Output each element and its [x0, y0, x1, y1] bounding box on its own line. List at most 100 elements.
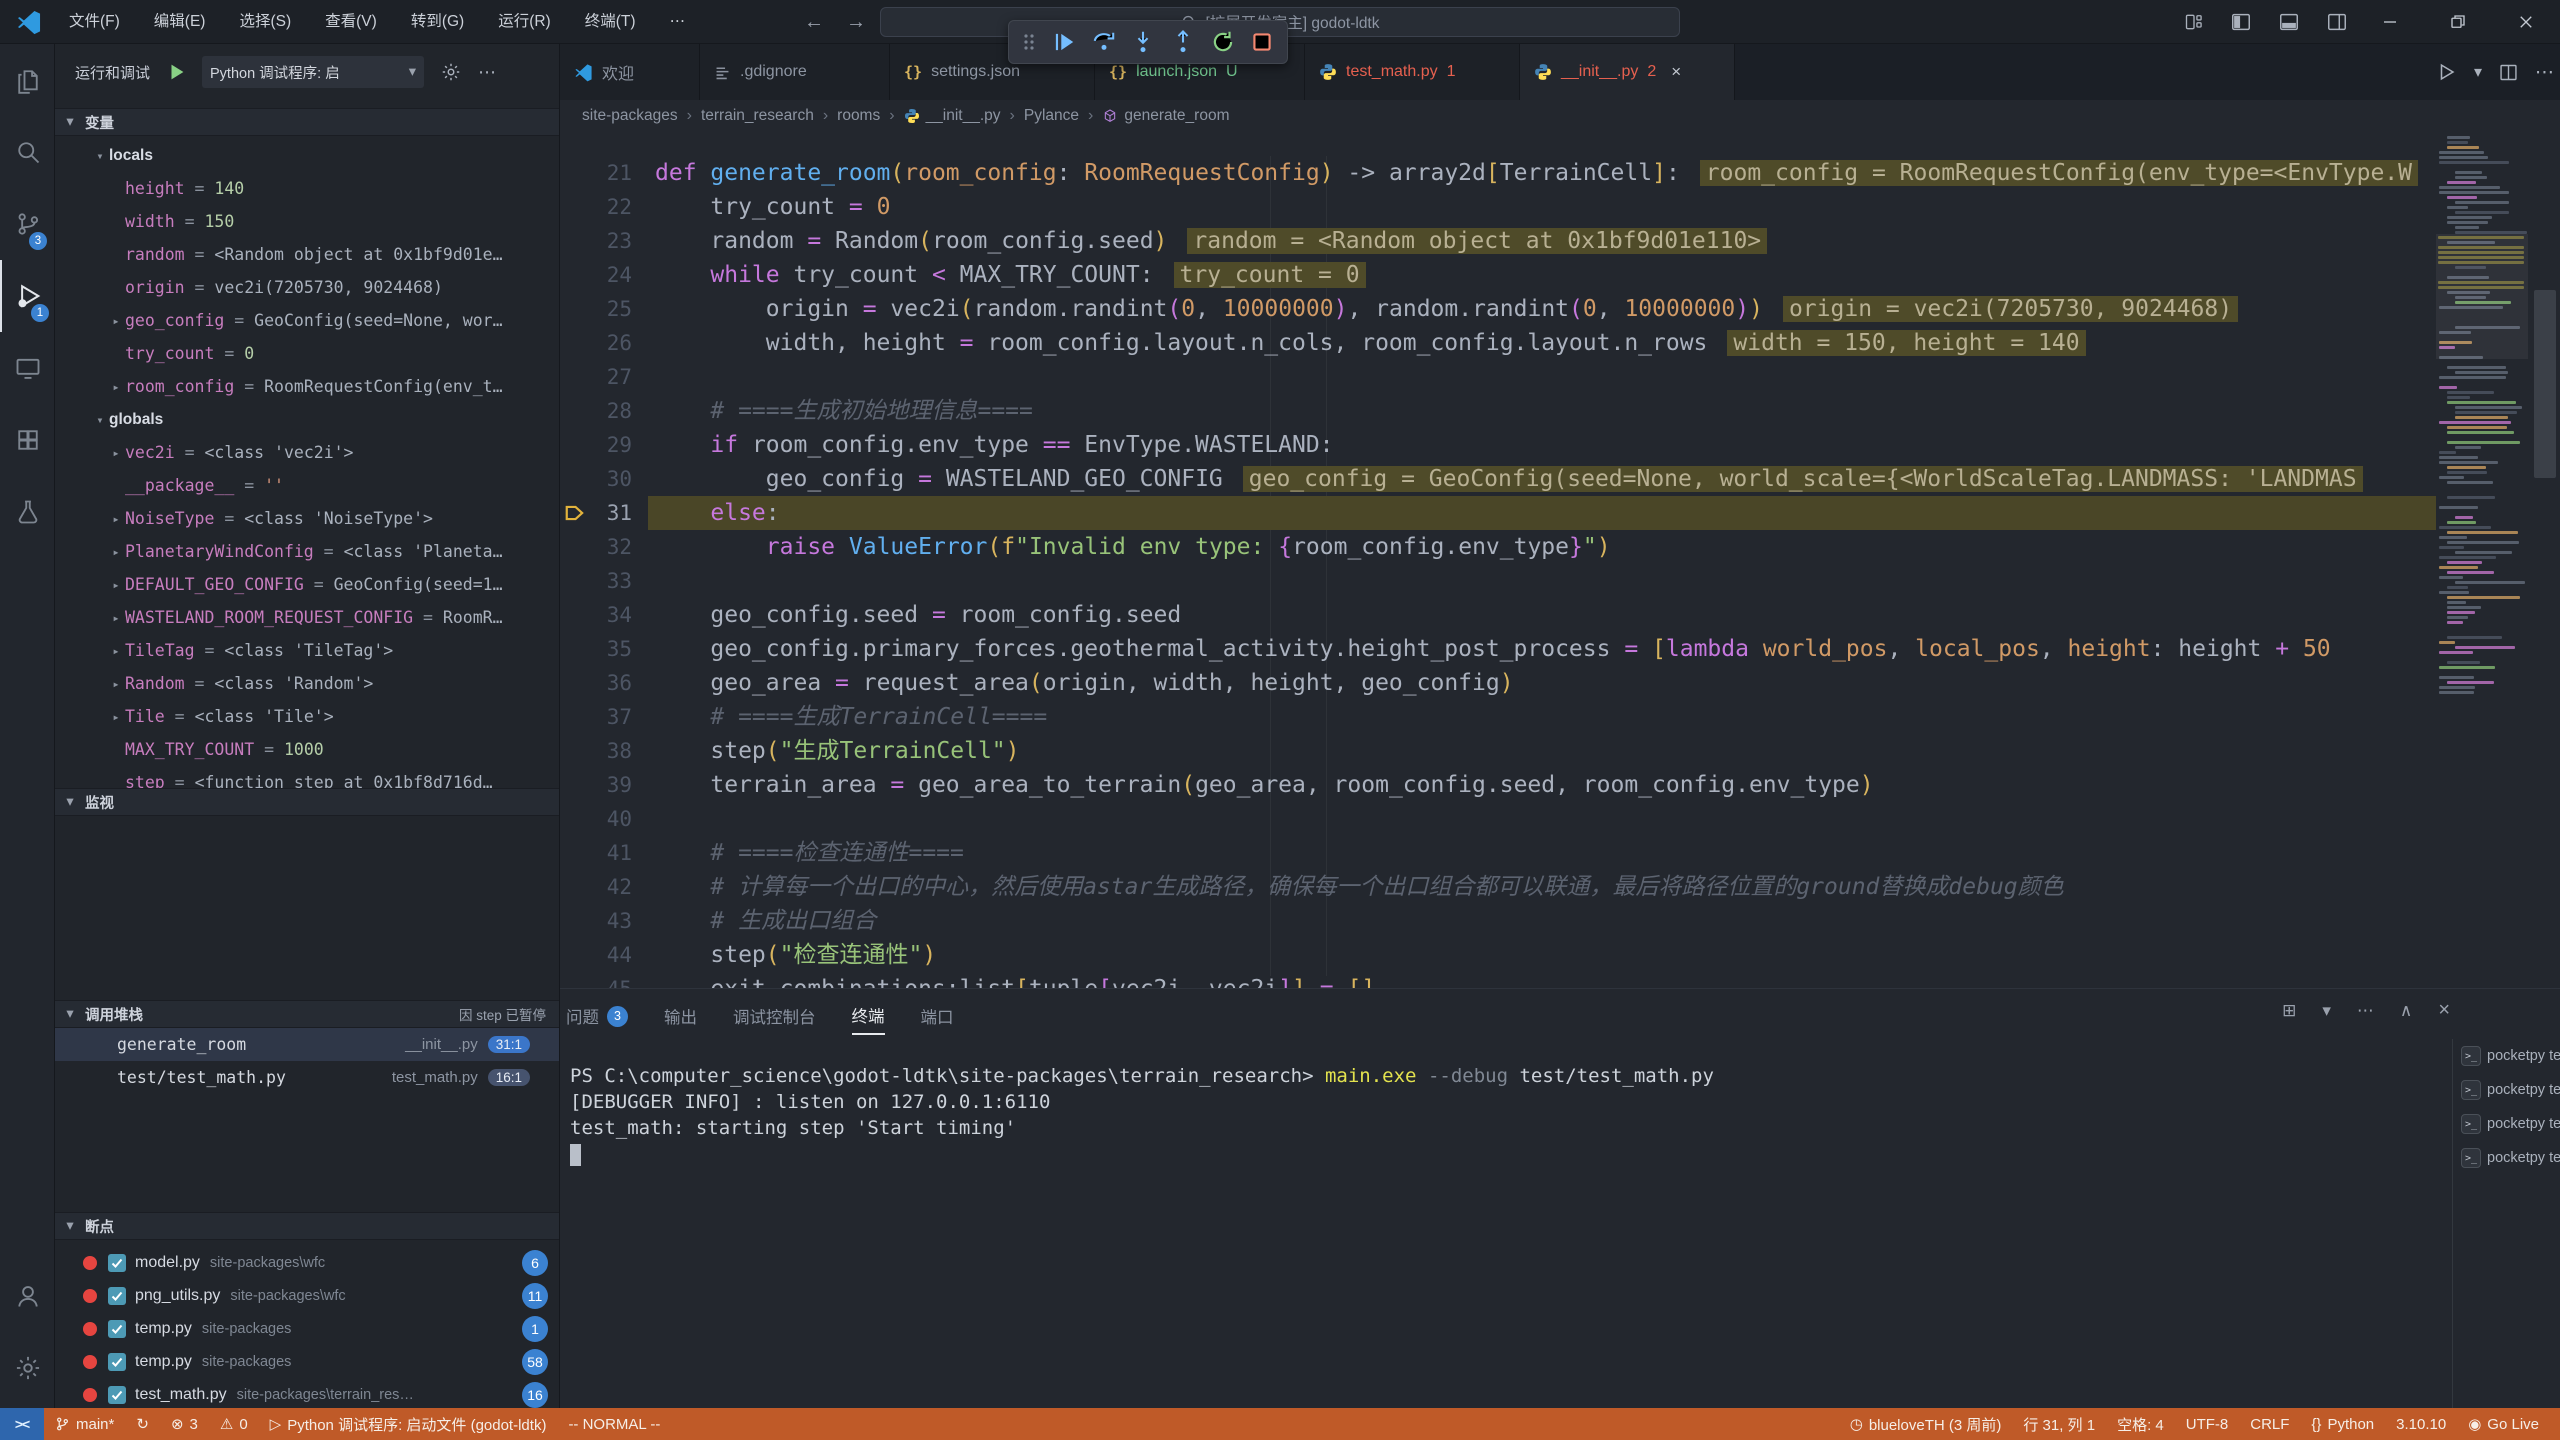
- code-line-23[interactable]: 23 random = Random(room_config.seed)rand…: [560, 224, 2436, 258]
- terminal-instance-2[interactable]: >_pocketpy te…: [2453, 1107, 2560, 1141]
- panel-tab-调试控制台[interactable]: 调试控制台: [733, 997, 816, 1035]
- side-more-icon[interactable]: ⋯: [478, 62, 496, 83]
- menu-more-icon[interactable]: ⋯: [653, 0, 703, 44]
- variable-row-room_config[interactable]: ▸room_config = RoomRequestConfig(env_t…: [55, 370, 560, 403]
- variable-row-__package__[interactable]: __package__ = '': [55, 469, 560, 502]
- variable-row-geo_config[interactable]: ▸geo_config = GeoConfig(seed=None, wor…: [55, 304, 560, 337]
- code-line-33[interactable]: 33: [560, 564, 2436, 598]
- variable-row-WASTELAND_ROOM_REQUEST_CONFIG[interactable]: ▸WASTELAND_ROOM_REQUEST_CONFIG = RoomR…: [55, 601, 560, 634]
- variable-row-PlanetaryWindConfig[interactable]: ▸PlanetaryWindConfig = <class 'Planeta…: [55, 535, 560, 568]
- stop-button[interactable]: [1245, 24, 1279, 60]
- start-debug-icon[interactable]: [166, 61, 188, 83]
- breakpoint-checkbox[interactable]: [108, 1353, 126, 1371]
- code-line-44[interactable]: 44 step("检查连通性"): [560, 938, 2436, 972]
- code-line-38[interactable]: 38 step("生成TerrainCell"): [560, 734, 2436, 768]
- split-editor-icon[interactable]: [2498, 62, 2519, 83]
- minimap[interactable]: [2436, 132, 2528, 988]
- variable-row-Random[interactable]: ▸Random = <class 'Random'>: [55, 667, 560, 700]
- step-over-button[interactable]: [1087, 24, 1121, 60]
- panel-tab-端口[interactable]: 端口: [921, 997, 954, 1035]
- launch-config-select[interactable]: Python 调试程序: 启 ▾: [202, 56, 424, 88]
- activity-item-search[interactable]: [0, 116, 55, 188]
- status-item-right-0[interactable]: ◷blueloveTH (3 周前): [1839, 1408, 2013, 1440]
- variable-row-width[interactable]: width = 150: [55, 205, 560, 238]
- code-line-36[interactable]: 36 geo_area = request_area(origin, width…: [560, 666, 2436, 700]
- status-item-left-1[interactable]: ↻: [125, 1408, 160, 1440]
- breadcrumb-item-rooms[interactable]: rooms: [837, 107, 880, 125]
- breakpoint-row-3[interactable]: temp.pysite-packages58: [55, 1345, 560, 1378]
- code-line-34[interactable]: 34 geo_config.seed = room_config.seed: [560, 598, 2436, 632]
- status-item-right-3[interactable]: UTF-8: [2175, 1408, 2240, 1440]
- gear-icon[interactable]: [440, 61, 462, 83]
- panel-tab-输出[interactable]: 输出: [664, 997, 697, 1035]
- code-line-43[interactable]: 43 # 生成出口组合: [560, 904, 2436, 938]
- code-line-25[interactable]: 25 origin = vec2i(random.randint(0, 1000…: [560, 292, 2436, 326]
- terminal-instance-1[interactable]: >_pocketpy te…: [2453, 1073, 2560, 1107]
- activity-item-extensions[interactable]: [0, 404, 55, 476]
- code-editor[interactable]: 21def generate_room(room_config: RoomReq…: [560, 132, 2560, 988]
- variable-row-step[interactable]: step = <function step at 0x1bf8d716d…: [55, 766, 560, 788]
- breakpoint-checkbox[interactable]: [108, 1320, 126, 1338]
- menu-item-4[interactable]: 转到(G): [394, 0, 481, 44]
- terminal-instance-0[interactable]: >_pocketpy te…: [2453, 1039, 2560, 1073]
- menu-item-6[interactable]: 终端(T): [568, 0, 653, 44]
- breadcrumb-item-site-packages[interactable]: site-packages: [582, 107, 678, 125]
- activity-item-settings[interactable]: [0, 1332, 55, 1404]
- code-line-27[interactable]: 27: [560, 360, 2436, 394]
- variable-row-vec2i[interactable]: ▸vec2i = <class 'vec2i'>: [55, 436, 560, 469]
- status-item-right-4[interactable]: CRLF: [2239, 1408, 2300, 1440]
- restore-button[interactable]: [2424, 0, 2492, 44]
- status-item-left-2[interactable]: ⊗3: [160, 1408, 209, 1440]
- tab-__init__.py[interactable]: __init__.py2×: [1520, 44, 1735, 100]
- variable-row-Tile[interactable]: ▸Tile = <class 'Tile'>: [55, 700, 560, 733]
- code-line-29[interactable]: 29 if room_config.env_type == EnvType.WA…: [560, 428, 2436, 462]
- breakpoint-checkbox[interactable]: [108, 1287, 126, 1305]
- breakpoint-checkbox[interactable]: [108, 1254, 126, 1272]
- menu-item-2[interactable]: 选择(S): [222, 0, 308, 44]
- status-item-right-6[interactable]: 3.10.10: [2385, 1408, 2457, 1440]
- callstack-section-header[interactable]: ▾调用堆栈 因 step 已暂停: [55, 1000, 560, 1028]
- nav-forward-icon[interactable]: →: [838, 0, 874, 44]
- close-button[interactable]: [2492, 0, 2560, 44]
- toggle-panel-icon[interactable]: [2278, 11, 2300, 33]
- breakpoint-row-2[interactable]: temp.pysite-packages1: [55, 1312, 560, 1345]
- variables-scope-locals[interactable]: ▾locals: [55, 139, 560, 172]
- activity-item-testing[interactable]: [0, 476, 55, 548]
- breadcrumb-item-generate_room[interactable]: generate_room: [1102, 107, 1229, 125]
- terminal-instance-3[interactable]: >_pocketpy te…: [2453, 1141, 2560, 1175]
- variable-row-try_count[interactable]: try_count = 0: [55, 337, 560, 370]
- breadcrumb-item-terrain_research[interactable]: terrain_research: [701, 107, 814, 125]
- nav-back-icon[interactable]: ←: [796, 0, 832, 44]
- editor-more-icon[interactable]: ⋯: [2535, 61, 2554, 84]
- panel-tab-终端[interactable]: 终端: [852, 997, 885, 1035]
- code-line-42[interactable]: 42 # 计算每一个出口的中心，然后使用astar生成路径，确保每一个出口组合都…: [560, 870, 2436, 904]
- code-line-31[interactable]: 31 else:: [560, 496, 2436, 530]
- toggle-secondary-sidebar-icon[interactable]: [2326, 11, 2348, 33]
- activity-item-run-debug[interactable]: 1: [0, 260, 55, 332]
- tab-欢迎[interactable]: 欢迎: [560, 44, 700, 100]
- panel-more-icon[interactable]: ⋯: [2357, 1001, 2374, 1021]
- breakpoint-checkbox[interactable]: [108, 1386, 126, 1404]
- tab-close-icon[interactable]: ×: [1671, 62, 1681, 82]
- menu-item-1[interactable]: 编辑(E): [137, 0, 223, 44]
- code-line-32[interactable]: 32 raise ValueError(f"Invalid env type: …: [560, 530, 2436, 564]
- code-line-21[interactable]: 21def generate_room(room_config: RoomReq…: [560, 156, 2436, 190]
- menu-item-3[interactable]: 查看(V): [308, 0, 394, 44]
- activity-item-remote[interactable]: [0, 332, 55, 404]
- breadcrumb-item-__init__.py[interactable]: __init__.py: [904, 107, 1001, 125]
- status-item-left-5[interactable]: -- NORMAL --: [557, 1408, 671, 1440]
- status-item-left-4[interactable]: ▷Python 调试程序: 启动文件 (godot-ldtk): [259, 1408, 558, 1440]
- code-line-22[interactable]: 22 try_count = 0: [560, 190, 2436, 224]
- code-line-45[interactable]: 45 exit_combinations:list[tuple[vec2i, v…: [560, 972, 2436, 988]
- code-line-26[interactable]: 26 width, height = room_config.layout.n_…: [560, 326, 2436, 360]
- activity-item-account[interactable]: [0, 1260, 55, 1332]
- code-line-28[interactable]: 28 # ====生成初始地理信息====: [560, 394, 2436, 428]
- code-line-30[interactable]: 30 geo_config = WASTELAND_GEO_CONFIGgeo_…: [560, 462, 2436, 496]
- activity-item-explorer[interactable]: [0, 44, 55, 116]
- terminal-output[interactable]: PS C:\computer_science\godot-ldtk\site-p…: [570, 1063, 2430, 1166]
- tab-test_math.py[interactable]: test_math.py1: [1305, 44, 1520, 100]
- variable-row-TileTag[interactable]: ▸TileTag = <class 'TileTag'>: [55, 634, 560, 667]
- watch-section-header[interactable]: ▾监视: [55, 788, 560, 816]
- editor-scrollbar[interactable]: [2534, 290, 2556, 478]
- run-dropdown-icon[interactable]: ▾: [2474, 62, 2482, 82]
